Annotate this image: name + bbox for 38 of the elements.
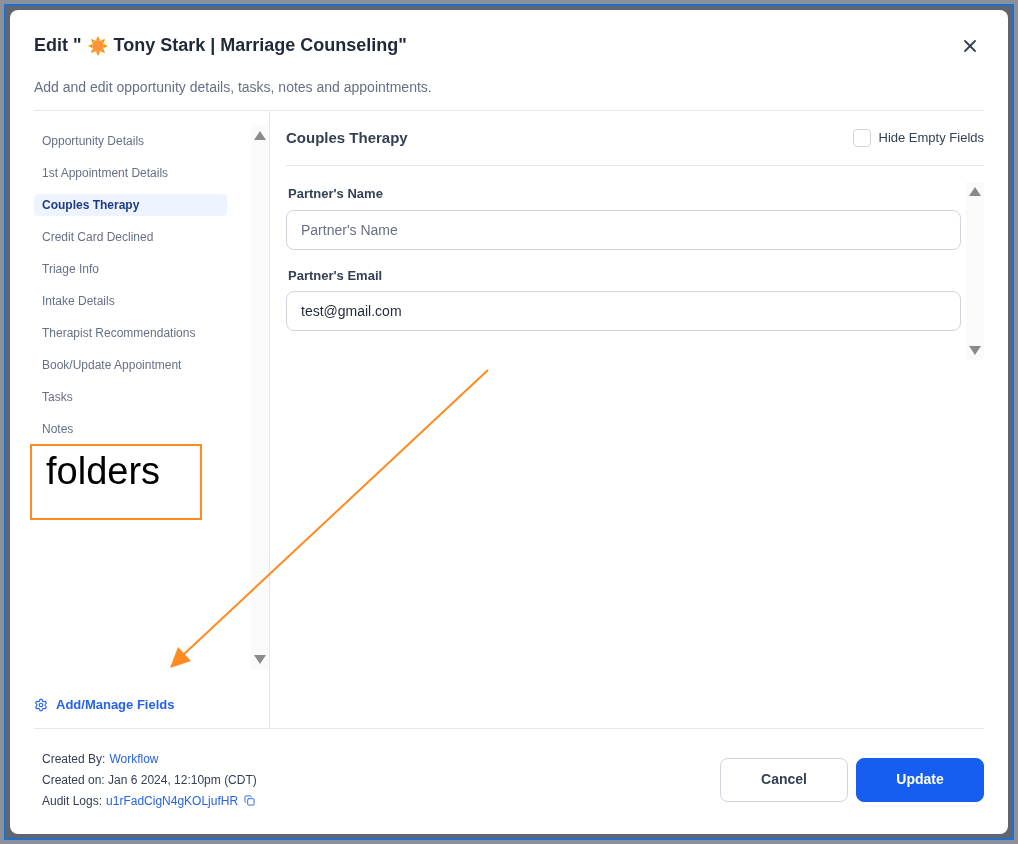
section-title: Couples Therapy — [286, 127, 408, 148]
sidebar-item[interactable]: Tasks — [34, 386, 227, 408]
hide-empty-checkbox[interactable] — [852, 129, 871, 147]
sidebar-item[interactable]: Intake Details — [34, 290, 227, 312]
copy-icon[interactable] — [244, 795, 256, 806]
manage-fields-link[interactable]: Add/Manage Fields — [34, 695, 175, 715]
scroll-up-icon[interactable] — [969, 187, 981, 196]
scrollbar[interactable] — [251, 125, 269, 670]
sidebar-item[interactable]: 1st Appointment Details — [34, 162, 227, 184]
field-label: Partner's Email — [287, 266, 384, 285]
scrollbar[interactable] — [966, 182, 984, 360]
scroll-down-icon[interactable] — [254, 655, 266, 664]
created-on-text: Created on: Jan 6 2024, 12:10pm (CDT) — [42, 771, 257, 789]
sidebar-item[interactable]: Credit Card Declined — [34, 226, 227, 248]
sidebar-item[interactable]: Opportunity Details — [34, 130, 227, 152]
creator-link[interactable]: Workflow — [109, 749, 159, 768]
sun-icon — [87, 35, 108, 56]
audit-id-link[interactable]: u1rFadCigN4gKOLjufHR — [106, 791, 239, 810]
sidebar-item[interactable]: Book/Update Appointment — [34, 354, 227, 376]
dialog-subtitle: Add and edit opportunity details, tasks, notes and appointments. — [34, 78, 433, 97]
text-field[interactable]: test@gmail.com — [286, 291, 961, 331]
sidebar-item[interactable]: Couples Therapy — [34, 194, 227, 216]
annotation-text: folders — [46, 450, 161, 492]
scroll-up-icon[interactable] — [254, 131, 266, 140]
sidebar-item[interactable]: Triage Info — [34, 258, 227, 280]
scroll-down-icon[interactable] — [969, 346, 981, 355]
sidebar-item[interactable]: Notes — [34, 418, 227, 440]
update-button[interactable]: Update — [856, 757, 984, 802]
cancel-button[interactable]: Cancel — [720, 757, 848, 802]
audit-logs-label: Audit Logs: — [42, 792, 103, 810]
title-prefix: Edit " — [34, 34, 82, 57]
text-field[interactable]: Partner's Name — [286, 209, 961, 250]
created-by-label: Created By: — [42, 750, 106, 768]
title-text: Tony Stark | Marriage Counseling" — [113, 34, 407, 57]
field-label: Partner's Name — [287, 185, 384, 203]
checkbox-label: Hide Empty Fields — [878, 129, 984, 148]
settings-icon — [34, 698, 48, 712]
sidebar-item[interactable]: Therapist Recommendations — [34, 322, 227, 344]
